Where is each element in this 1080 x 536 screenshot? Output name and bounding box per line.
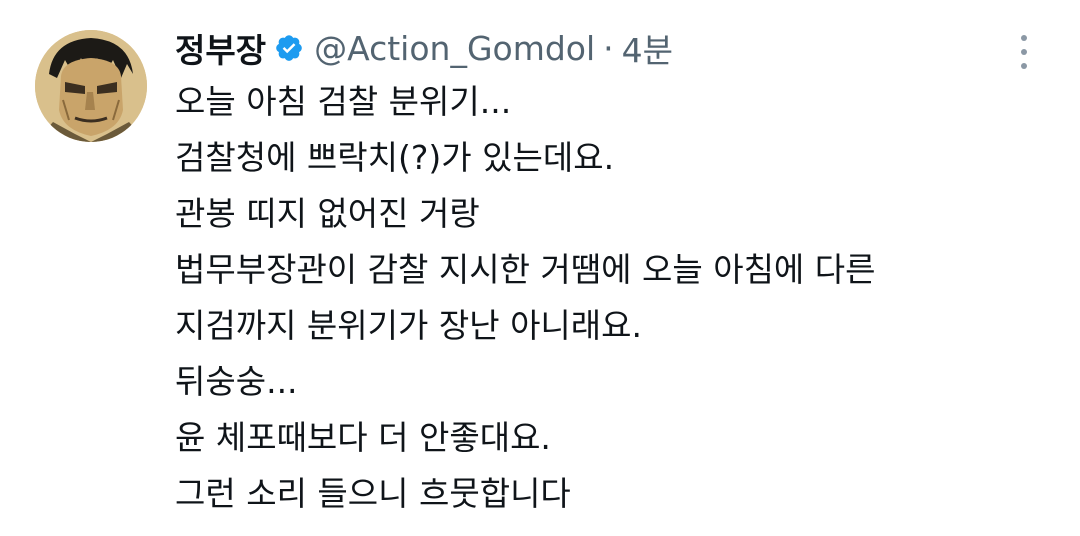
more-dot: [1021, 49, 1027, 55]
tweet-text-line: 오늘 아침 검찰 분위기...: [175, 82, 512, 121]
more-dot: [1021, 63, 1027, 69]
tweet-text-line: 지검까지 분위기가 장난 아니래요.: [175, 306, 642, 345]
tweet-text-line: 관봉 띠지 없어진 거랑: [175, 194, 480, 233]
tweet-text-line: 그런 소리 들으니 흐뭇합니다: [175, 474, 571, 513]
tweet-text-line: 검찰청에 쁘락치(?)가 있는데요.: [175, 138, 615, 177]
tweet-time[interactable]: 4분: [622, 24, 673, 72]
avatar[interactable]: [35, 30, 147, 142]
tweet-text-line: 뒤숭숭...: [175, 362, 298, 401]
tweet-header: 정부장 @Action_Gomdol · 4분: [175, 24, 673, 72]
tweet-text: 오늘 아침 검찰 분위기... 검찰청에 쁘락치(?)가 있는데요. 관봉 띠지…: [175, 74, 1055, 522]
display-name[interactable]: 정부장: [175, 24, 266, 72]
tweet-text-line: 법무부장관이 감찰 지시한 거땜에 오늘 아침에 다른: [175, 250, 876, 289]
more-options-icon[interactable]: [1010, 32, 1038, 72]
tweet-text-line: 윤 체포때보다 더 안좋대요.: [175, 418, 551, 457]
tweet-card: 정부장 @Action_Gomdol · 4분 오늘 아침 검찰 분위기... …: [0, 0, 1080, 536]
header-separator: ·: [603, 28, 614, 68]
avatar-illustration-icon: [35, 30, 147, 142]
more-dot: [1021, 35, 1027, 41]
user-handle[interactable]: @Action_Gomdol: [314, 29, 595, 68]
verified-badge-icon: [274, 33, 304, 63]
